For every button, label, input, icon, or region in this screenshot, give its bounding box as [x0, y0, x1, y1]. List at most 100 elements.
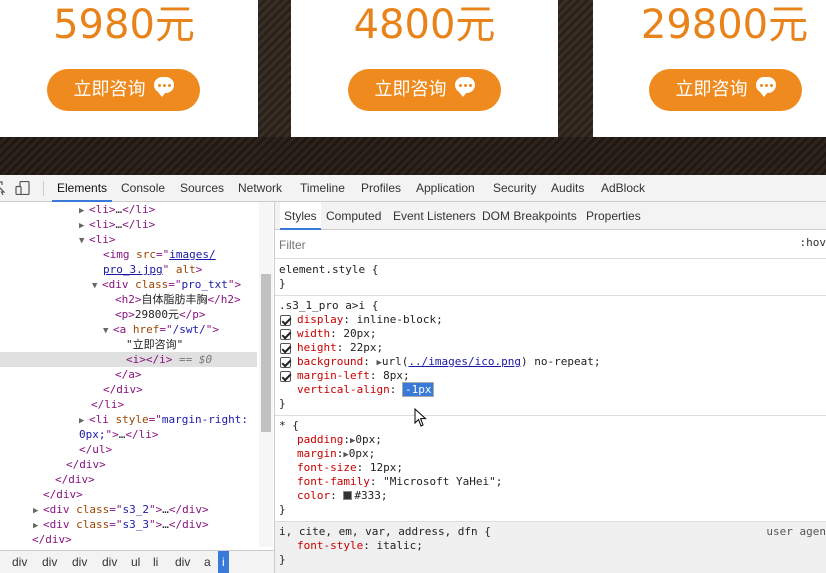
tree-node[interactable]: <h2>自体脂肪丰胸</h2>	[0, 292, 241, 307]
tree-node[interactable]: </div>	[0, 532, 72, 547]
consult-button[interactable]: 立即咨询	[649, 69, 802, 111]
tab-elements[interactable]: Elements	[52, 175, 113, 202]
subtab-computed[interactable]: Computed	[326, 202, 381, 230]
css-property[interactable]: font-style: italic;	[297, 539, 423, 553]
consult-button[interactable]: 立即咨询	[348, 69, 501, 111]
inspect-icon[interactable]	[0, 181, 6, 195]
price-text: 4800元	[353, 2, 496, 48]
rule-selector[interactable]: * {	[279, 419, 299, 433]
rule-selector[interactable]: element.style {	[279, 263, 378, 277]
tree-scrollbar[interactable]	[259, 202, 273, 547]
tree-node[interactable]: ▶ <div class="s3_2">…</div>	[0, 502, 209, 517]
webpage-viewport: 5980元 立即咨询 4800元 立即咨询 29800元 立即咨询	[0, 0, 826, 175]
color-swatch[interactable]	[343, 491, 353, 500]
breadcrumb-item[interactable]: div	[12, 551, 27, 573]
breadcrumb-item[interactable]: ul	[131, 551, 140, 573]
tree-node[interactable]: pro_3.jpg" alt>	[0, 262, 202, 277]
consult-button[interactable]: 立即咨询	[47, 69, 200, 111]
tree-node[interactable]: 0px;">…</li>	[0, 427, 159, 442]
tab-adblock[interactable]: AdBlock	[601, 175, 645, 202]
tree-node[interactable]: </li>	[0, 397, 124, 412]
breadcrumb-item[interactable]: li	[153, 551, 158, 573]
subtab-event-listeners[interactable]: Event Listeners	[393, 202, 476, 230]
tab-sources[interactable]: Sources	[180, 175, 224, 202]
chat-bubble-icon	[454, 77, 475, 97]
filter-bar: :hov	[275, 230, 826, 259]
css-property[interactable]: margin-left: 8px;	[297, 369, 410, 383]
tree-node-selected[interactable]: <i></i> == $0	[0, 352, 257, 367]
breadcrumb: div div div div ul li div a i	[0, 550, 274, 573]
css-property-editing[interactable]: vertical-align: -1px	[297, 383, 434, 397]
device-mode-icon[interactable]	[15, 181, 31, 195]
rule-selector[interactable]: i, cite, em, var, address, dfn {	[279, 525, 491, 539]
rule-close-brace: }	[279, 553, 286, 566]
property-checkbox[interactable]	[280, 357, 291, 368]
property-checkbox[interactable]	[280, 329, 291, 340]
tab-application[interactable]: Application	[416, 175, 475, 202]
toolbar-divider	[43, 181, 44, 196]
tree-node[interactable]: ▶ <li style="margin-right:	[0, 412, 248, 427]
property-checkbox[interactable]	[280, 371, 291, 382]
tree-node[interactable]: ▶ <li>…</li>	[0, 202, 155, 217]
css-property[interactable]: margin:▶0px;	[297, 447, 375, 461]
subtab-styles[interactable]: Styles	[280, 202, 321, 230]
styles-pane: Styles Computed Event Listeners DOM Brea…	[275, 202, 826, 573]
element-style-rule: element.style { }	[275, 260, 826, 296]
breadcrumb-item-active[interactable]: i	[218, 551, 229, 573]
rule-close-brace: }	[279, 503, 286, 516]
css-property[interactable]: width: 20px;	[297, 327, 377, 341]
property-checkbox[interactable]	[280, 315, 291, 326]
rule-close-brace: }	[279, 277, 286, 290]
css-rule-user-agent: i, cite, em, var, address, dfn { user ag…	[275, 522, 826, 573]
tree-node[interactable]: ▼ <div class="pro_txt">	[0, 277, 241, 292]
price-card: 5980元 立即咨询	[0, 0, 258, 137]
tree-node[interactable]: <img src="images/	[0, 247, 216, 262]
subtab-dom-breakpoints[interactable]: DOM Breakpoints	[482, 202, 577, 230]
tree-node[interactable]: "立即咨询"	[0, 337, 183, 352]
tree-scrollbar-thumb[interactable]	[261, 274, 271, 432]
tree-node[interactable]: </ul>	[0, 442, 112, 457]
rule-selector[interactable]: .s3_1_pro a>i {	[279, 299, 378, 313]
value-edit-field[interactable]: -1px	[402, 383, 434, 396]
tree-node[interactable]: ▼ <li>	[0, 232, 116, 247]
tree-node[interactable]: </a>	[0, 367, 142, 382]
breadcrumb-item[interactable]: div	[175, 551, 190, 573]
tree-node[interactable]: ▼ <a href="/swt/">	[0, 322, 219, 337]
css-property[interactable]: height: 22px;	[297, 341, 383, 355]
price-text: 5980元	[53, 2, 195, 48]
css-property[interactable]: color: #333;	[297, 489, 388, 503]
css-rule: .s3_1_pro a>i { display: inline-block; w…	[275, 296, 826, 416]
tree-node[interactable]: </div>	[0, 487, 83, 502]
hov-toggle[interactable]: :hov	[800, 236, 826, 249]
breadcrumb-item[interactable]: div	[42, 551, 57, 573]
tree-node[interactable]: ▶ <li>…</li>	[0, 217, 155, 232]
consult-button-label: 立即咨询	[374, 79, 447, 100]
tree-node[interactable]: </div>	[0, 472, 95, 487]
subtab-properties[interactable]: Properties	[586, 202, 641, 230]
mouse-cursor-icon	[414, 408, 427, 427]
price-card: 29800元 立即咨询	[593, 0, 826, 137]
tree-node[interactable]: </div>	[0, 382, 143, 397]
css-property[interactable]: font-size: 12px;	[297, 461, 403, 475]
elements-tree[interactable]: ▶ <li>…</li> ▶ <li>…</li> ▼ <li> <img src="…	[0, 202, 275, 547]
css-property[interactable]: display: inline-block;	[297, 313, 443, 327]
breadcrumb-item[interactable]: div	[102, 551, 117, 573]
tab-network[interactable]: Network	[238, 175, 282, 202]
rule-close-brace: }	[279, 397, 286, 410]
breadcrumb-item[interactable]: a	[204, 551, 211, 573]
tab-security[interactable]: Security	[493, 175, 536, 202]
css-property[interactable]: padding:▶0px;	[297, 433, 382, 447]
tab-console[interactable]: Console	[121, 175, 165, 202]
filter-input[interactable]	[279, 236, 739, 253]
breadcrumb-item[interactable]: div	[72, 551, 87, 573]
css-property[interactable]: background: ▶url(../images/ico.png) no-r…	[297, 355, 600, 369]
property-checkbox[interactable]	[280, 343, 291, 354]
tab-profiles[interactable]: Profiles	[361, 175, 401, 202]
tree-node[interactable]: <p>29800元</p>	[0, 307, 206, 322]
tree-node[interactable]: ▶ <div class="s3_3">…</div>	[0, 517, 209, 532]
price-text: 29800元	[640, 2, 809, 48]
tab-timeline[interactable]: Timeline	[300, 175, 345, 202]
tree-node[interactable]: </div>	[0, 457, 106, 472]
css-property[interactable]: font-family: "Microsoft YaHei";	[297, 475, 502, 489]
tab-audits[interactable]: Audits	[551, 175, 584, 202]
